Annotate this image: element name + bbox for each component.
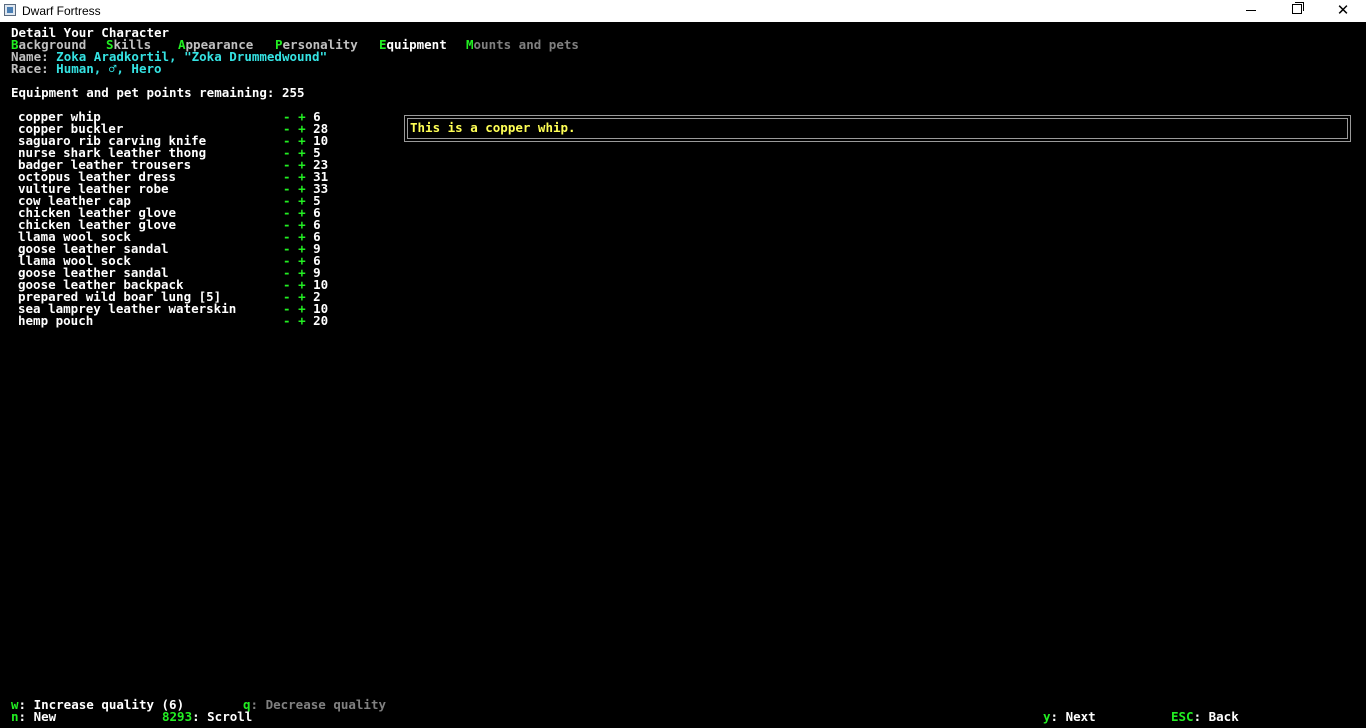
tab-equipment[interactable]: Equipment: [379, 38, 447, 51]
item-description: This is a copper whip.: [410, 120, 576, 135]
item-description-panel: This is a copper whip.: [404, 115, 1351, 142]
character-race: Race: Human, ♂, Hero: [11, 61, 162, 76]
points-remaining: Equipment and pet points remaining: 255: [11, 85, 305, 100]
item-cost: 20: [313, 313, 329, 328]
tab-mounts-and-pets[interactable]: Mounts and pets: [466, 38, 579, 51]
next-button[interactable]: y: Next: [1043, 710, 1096, 723]
minimize-icon: [1246, 9, 1256, 11]
close-icon: ✕: [1336, 1, 1350, 19]
close-button[interactable]: ✕: [1320, 0, 1366, 22]
restore-icon: [1292, 2, 1304, 14]
new-hint[interactable]: n: New: [11, 710, 56, 723]
app-icon: [4, 4, 16, 16]
window-titlebar: Dwarf Fortress ✕: [0, 0, 1366, 22]
window-title: Dwarf Fortress: [22, 4, 101, 18]
scroll-hint[interactable]: 8293: Scroll: [162, 710, 252, 723]
increase-button[interactable]: +: [298, 313, 306, 328]
maximize-button[interactable]: [1274, 0, 1320, 22]
decrease-quality-hint[interactable]: q: Decrease quality: [243, 698, 386, 711]
item-name: hemp pouch: [18, 313, 94, 328]
minimize-button[interactable]: [1228, 0, 1274, 22]
back-button[interactable]: ESC: Back: [1171, 710, 1239, 723]
decrease-button[interactable]: -: [283, 313, 291, 328]
